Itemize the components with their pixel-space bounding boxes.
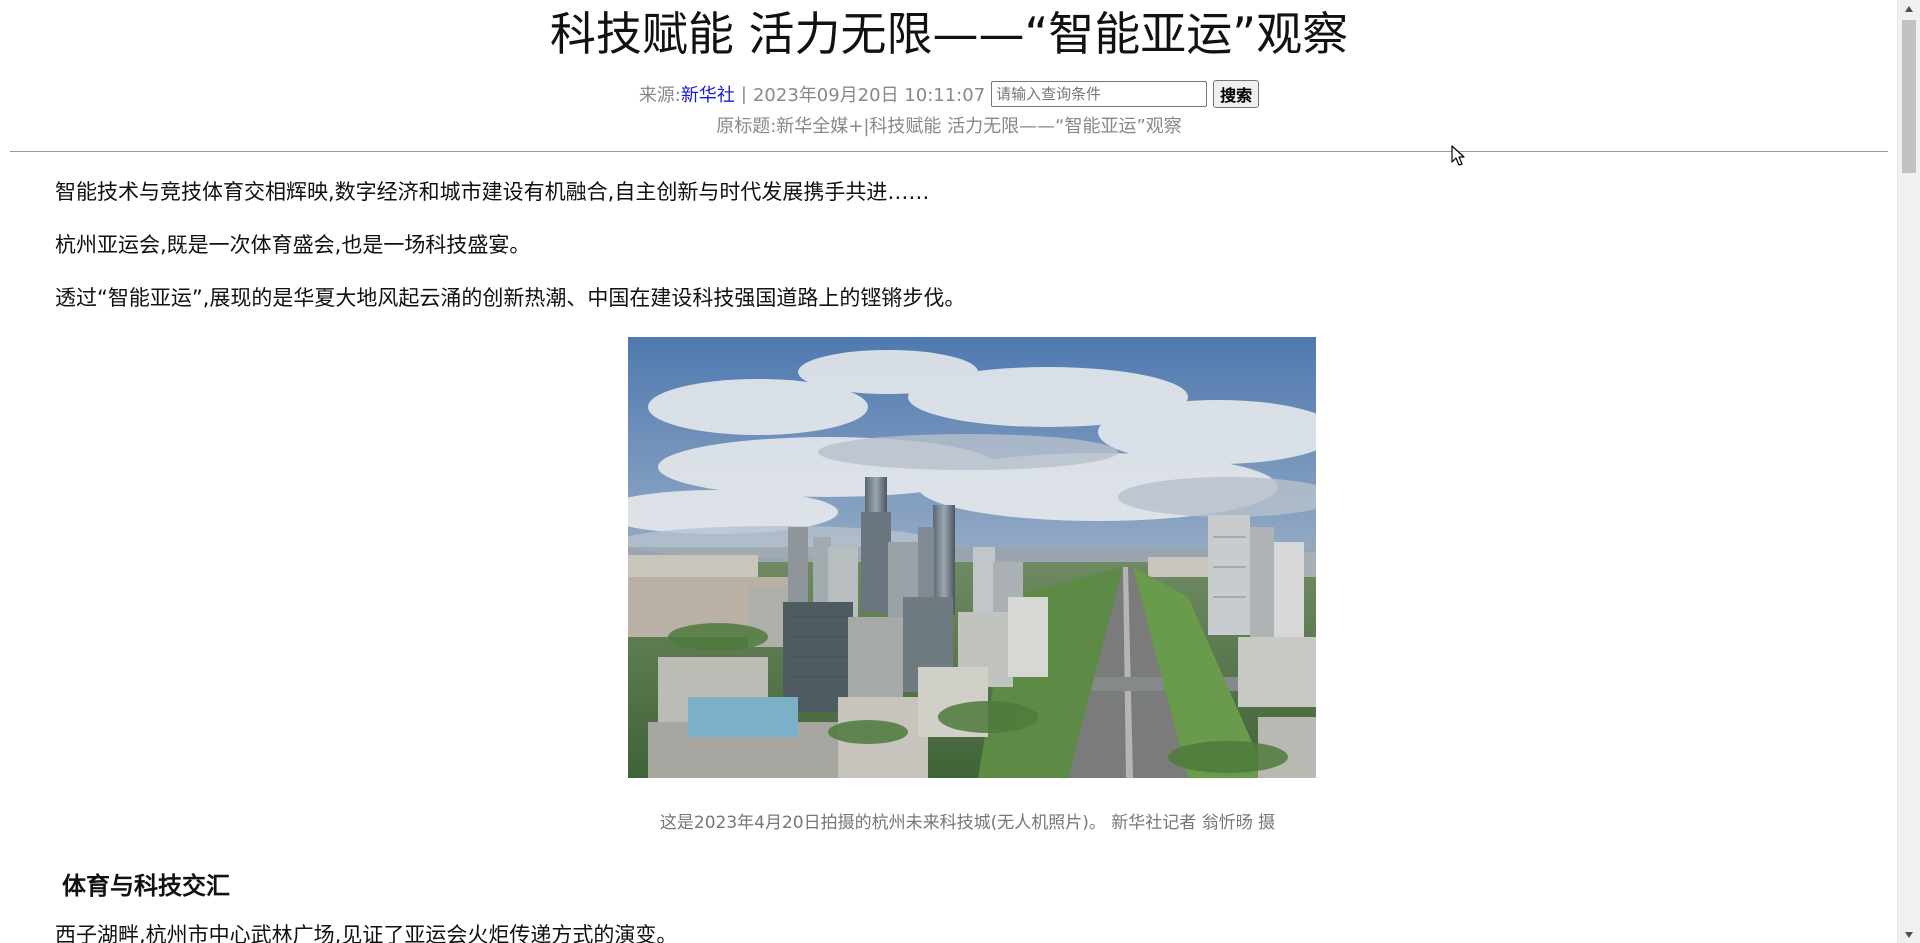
image-caption: 这是2023年4月20日拍摄的杭州未来科技城(无人机照片)。 新华社记者 翁忻旸… bbox=[659, 813, 1276, 833]
meta-separator: | bbox=[740, 83, 747, 105]
publish-datetime: 2023年09月20日 10:11:07 bbox=[752, 85, 986, 106]
search-input[interactable] bbox=[991, 81, 1208, 107]
original-title: 原标题:新华全媒+|科技赋能 活力无限——“智能亚运”观察 bbox=[716, 116, 1182, 137]
header-divider bbox=[10, 151, 1888, 152]
source-link[interactable]: 新华社 bbox=[681, 81, 735, 107]
paragraph-2: 杭州亚运会,既是一次体育盛会,也是一场科技盛宴。 bbox=[55, 233, 531, 257]
scrollbar-thumb[interactable] bbox=[1902, 20, 1916, 173]
paragraph-next: 西子湖畔,杭州市中心武林广场,见证了亚运会火炬传递方式的演变。 bbox=[55, 923, 678, 943]
browser-viewport: 科技赋能 活力无限——“智能亚运”观察 来源: 新华社 | 2023年09月20… bbox=[0, 0, 1920, 943]
article-photo bbox=[628, 337, 1316, 778]
vertical-scrollbar[interactable] bbox=[1897, 0, 1920, 943]
mouse-pointer-icon bbox=[1451, 145, 1467, 167]
search-button[interactable]: 搜索 bbox=[1213, 80, 1260, 108]
paragraph-3: 透过“智能亚运”,展现的是华夏大地风起云涌的创新热潮、中国在建设科技强国道路上的… bbox=[55, 286, 966, 310]
source-label: 来源: bbox=[638, 85, 681, 106]
chevron-down-icon[interactable] bbox=[1898, 926, 1920, 943]
section-heading: 体育与科技交汇 bbox=[62, 872, 230, 900]
article-page: 科技赋能 活力无限——“智能亚运”观察 来源: 新华社 | 2023年09月20… bbox=[0, 0, 1898, 943]
chevron-up-icon[interactable] bbox=[1898, 0, 1920, 17]
article-meta: 来源: 新华社 | 2023年09月20日 10:11:07 搜索 bbox=[0, 79, 1898, 109]
paragraph-intro: 智能技术与竞技体育交相辉映,数字经济和城市建设有机融合,自主创新与时代发展携手共… bbox=[55, 180, 930, 204]
article-title: 科技赋能 活力无限——“智能亚运”观察 bbox=[549, 7, 1349, 61]
